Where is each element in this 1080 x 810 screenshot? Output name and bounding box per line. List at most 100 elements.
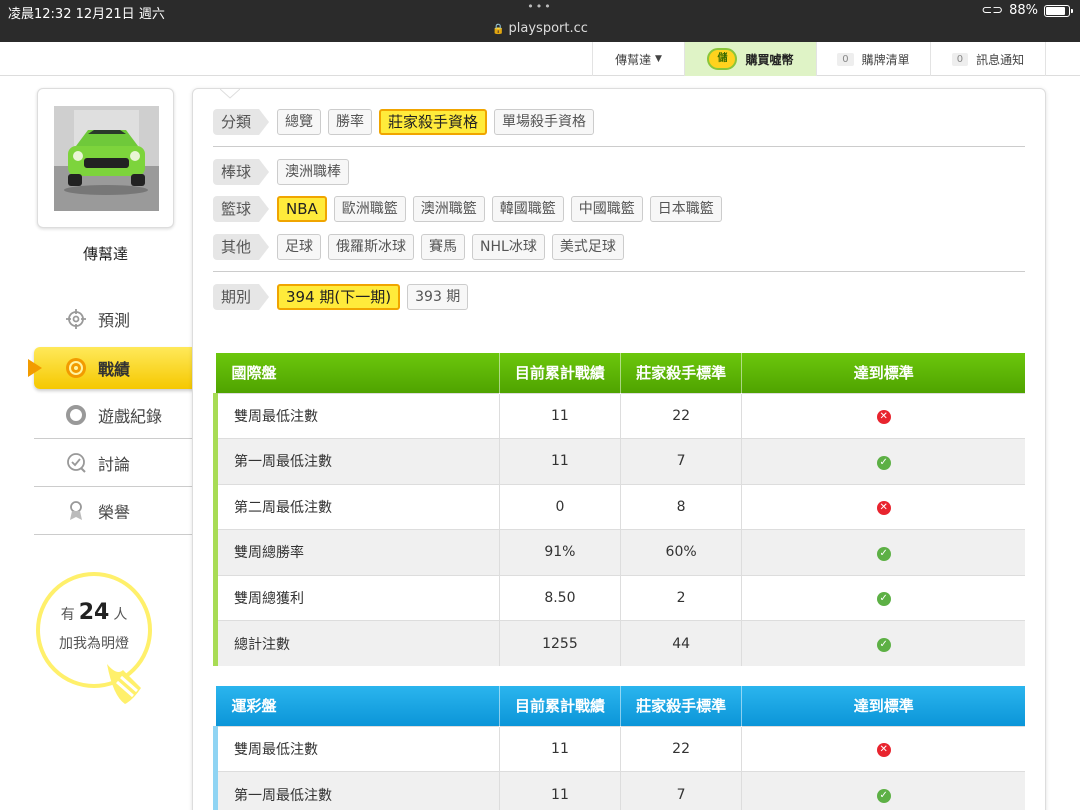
- chip-banker-killer[interactable]: 莊家殺手資格: [379, 109, 488, 135]
- row-criterion: 雙周最低注數: [212, 725, 500, 772]
- cart-count-badge: 0: [837, 52, 854, 66]
- filter-category-label: 分類: [213, 109, 270, 135]
- cart-label: 購牌清單: [861, 52, 910, 67]
- row-met: ✓: [741, 529, 1025, 575]
- sidebar-item-record[interactable]: 戰績: [28, 347, 212, 389]
- chip-single-killer[interactable]: 單場殺手資格: [494, 109, 595, 135]
- tab-dots-icon[interactable]: •••: [0, 0, 1080, 13]
- check-icon: ✓: [876, 455, 891, 470]
- buy-coin-button[interactable]: 儲購買噓幣: [684, 42, 816, 76]
- chip-euroleague[interactable]: 歐洲職籃: [333, 196, 406, 222]
- chip-kbl[interactable]: 韓國職籃: [491, 196, 564, 222]
- table-row: 第一周最低注數 11 7 ✓: [212, 438, 1025, 484]
- row-current: 11: [499, 725, 621, 772]
- row-current: 0: [499, 483, 621, 530]
- chip-overview[interactable]: 總覽: [277, 109, 322, 135]
- notify-count-badge: 0: [951, 52, 969, 66]
- col-header: 目前累計戰績: [499, 686, 621, 726]
- chip-period-393[interactable]: 393 期: [407, 284, 469, 310]
- chip-bleague[interactable]: 日本職籃: [649, 196, 722, 222]
- target-icon: [64, 356, 88, 380]
- col-header: 達到標準: [741, 353, 1025, 393]
- caret-down-icon: ▼: [654, 54, 662, 64]
- link-icon: ⊂⊃: [981, 3, 1004, 18]
- sidebar-item-discuss[interactable]: 討論: [34, 440, 192, 487]
- col-header: 國際盤: [215, 353, 500, 393]
- address-bar[interactable]: 🔒 playsport.cc: [0, 21, 1080, 36]
- chip-nbl[interactable]: 澳洲職籃: [412, 196, 485, 222]
- chip-nfl[interactable]: 美式足球: [551, 234, 624, 260]
- notify-button[interactable]: 0 訊息通知: [930, 42, 1046, 76]
- site-topnav: 傳幫達 ▼ 儲購買噓幣 0 購牌清單 0 訊息通知: [0, 42, 1080, 76]
- fans-count-line: 有 24 人: [36, 600, 152, 625]
- col-header: 目前累計戰績: [499, 353, 621, 393]
- table-row: 總計注數 1255 44 ✓: [212, 620, 1025, 666]
- table-row: 第一周最低注數 11 7 ✓: [212, 771, 1025, 810]
- filter-other: 其他 足球 俄羅斯冰球 賽馬 NHL冰球 美式足球: [213, 233, 624, 261]
- ring-icon: [64, 403, 88, 427]
- chip-abl[interactable]: 澳洲職棒: [277, 159, 350, 185]
- sidebar-item-predict[interactable]: 預測: [34, 295, 192, 342]
- chip-period-394[interactable]: 394 期(下一期): [277, 284, 401, 310]
- user-menu[interactable]: 傳幫達 ▼: [592, 42, 684, 76]
- sidebar-item-honor[interactable]: 榮譽: [34, 488, 192, 535]
- avatar-card: [37, 88, 174, 228]
- lottery-table: 運彩盤 目前累計戰績 莊家殺手標準 達到標準 雙周最低注數 11 22 ✕ 第一周最低注…: [212, 686, 1025, 810]
- filter-period-label: 期別: [213, 284, 270, 310]
- chip-khl[interactable]: 俄羅斯冰球: [328, 234, 415, 260]
- chip-nhl[interactable]: NHL冰球: [472, 234, 545, 260]
- col-header: 莊家殺手標準: [619, 686, 742, 726]
- row-criterion: 第一周最低注數: [212, 771, 500, 810]
- check-icon: ✓: [876, 546, 891, 561]
- row-standard: 7: [619, 438, 742, 484]
- check-icon: ✓: [876, 789, 891, 803]
- chip-soccer[interactable]: 足球: [277, 234, 322, 260]
- row-criterion: 第二周最低注數: [212, 483, 500, 530]
- sidebar-item-label: 討論: [98, 455, 131, 474]
- chip-nba[interactable]: NBA: [277, 196, 327, 222]
- row-met: ✓: [741, 771, 1025, 810]
- table-row: 雙周最低注數 11 22 ✕: [212, 725, 1025, 772]
- filter-divider: [213, 146, 1025, 147]
- username: 傳幫達: [82, 245, 128, 263]
- row-current: 11: [499, 438, 621, 484]
- notify-label: 訊息通知: [976, 52, 1025, 67]
- chip-cba[interactable]: 中國職籃: [570, 196, 643, 222]
- cart-button[interactable]: 0 購牌清單: [816, 42, 930, 76]
- panel-notch: [220, 89, 240, 99]
- sidebar-item-label: 遊戲紀錄: [98, 407, 163, 426]
- url-text: playsport.cc: [508, 21, 588, 36]
- table-row: 雙周最低注數 11 22 ✕: [212, 392, 1025, 439]
- car-photo-icon: [54, 106, 159, 211]
- battery-percent: 88%: [1009, 3, 1038, 18]
- row-standard: 22: [619, 725, 742, 772]
- row-current: 8.50: [499, 574, 621, 621]
- row-criterion: 第一周最低注數: [212, 438, 500, 484]
- row-current: 11: [499, 771, 621, 810]
- chip-winrate[interactable]: 勝率: [328, 109, 373, 135]
- sidebar-item-label: 戰績: [98, 360, 131, 379]
- row-met: ✓: [741, 620, 1025, 666]
- fans-count: 24: [78, 600, 110, 625]
- filter-category: 分類 總覽 勝率 莊家殺手資格 單場殺手資格: [213, 108, 595, 136]
- cross-icon: ✕: [876, 410, 891, 425]
- check-icon: ✓: [876, 638, 891, 652]
- filter-baseball: 棒球 澳洲職棒: [213, 158, 350, 186]
- col-header: 運彩盤: [215, 686, 500, 726]
- row-met: ✓: [741, 438, 1025, 484]
- battery-fill: [1046, 6, 1066, 15]
- chat-icon: [64, 451, 88, 475]
- row-standard: 22: [619, 392, 742, 439]
- bulb-base-icon: [107, 664, 141, 704]
- user-menu-label: 傳幫達: [615, 52, 652, 67]
- status-right: ⊂⊃ 88%: [981, 3, 1073, 18]
- row-criterion: 雙周總獲利: [212, 574, 500, 621]
- row-met: ✕: [741, 392, 1025, 439]
- sidebar-item-game-log[interactable]: 遊戲紀錄: [34, 392, 192, 439]
- avatar[interactable]: [54, 106, 159, 211]
- cross-icon: ✕: [876, 501, 891, 516]
- row-current: 91%: [499, 529, 621, 575]
- filter-baseball-label: 棒球: [213, 159, 270, 185]
- fans-text[interactable]: 加我為明燈: [36, 633, 152, 653]
- chip-horse[interactable]: 賽馬: [421, 234, 466, 260]
